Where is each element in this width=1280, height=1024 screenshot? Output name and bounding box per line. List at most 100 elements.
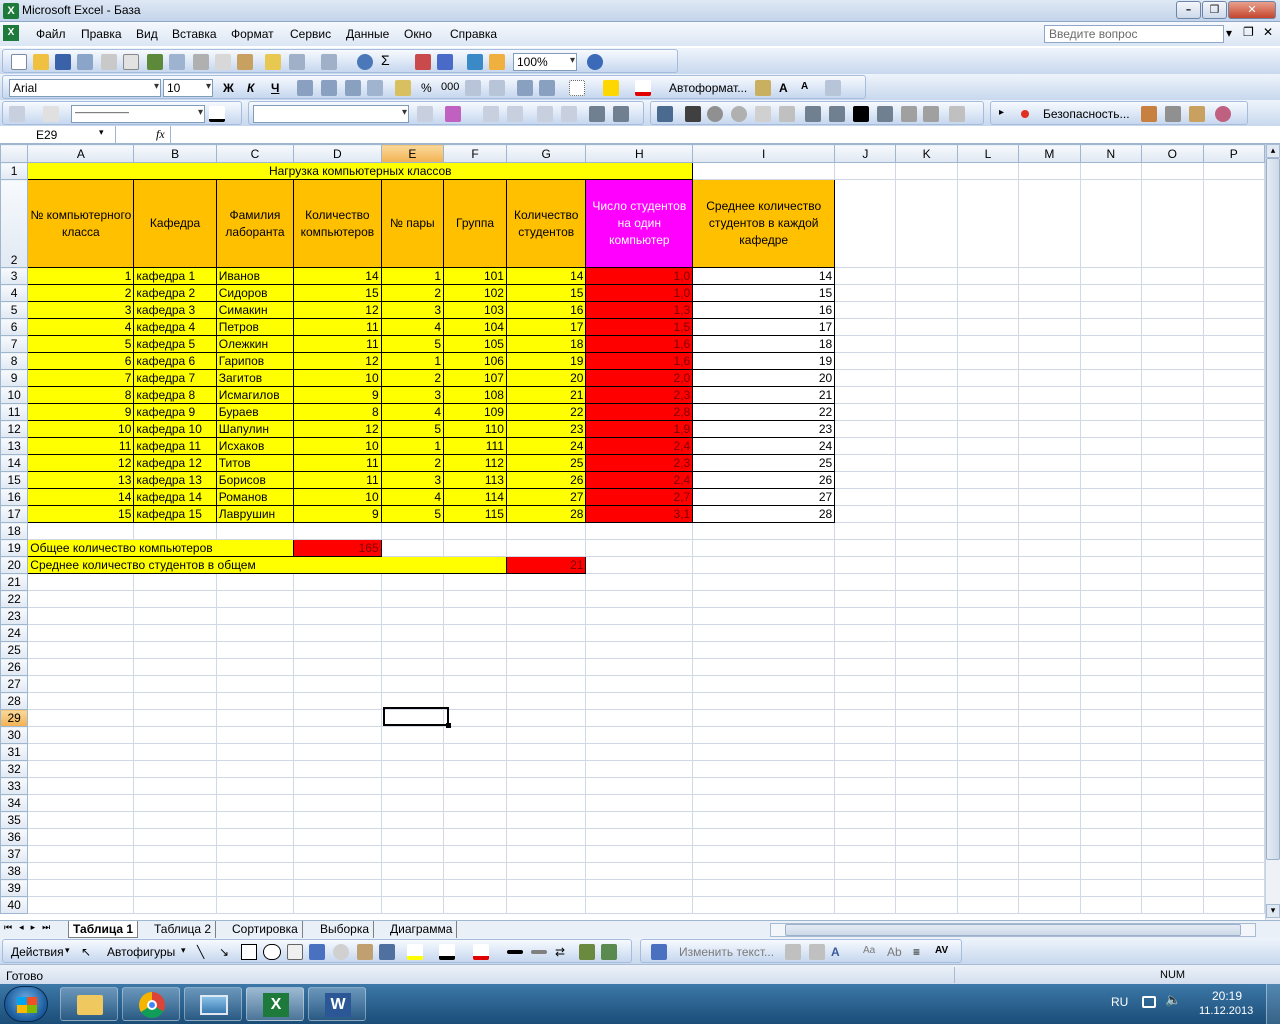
- cell[interactable]: [956, 162, 1020, 180]
- scroll-down-icon[interactable]: ▾: [1266, 904, 1280, 918]
- row-header[interactable]: 31: [0, 743, 29, 761]
- cell[interactable]: [956, 284, 1020, 302]
- data-cell[interactable]: 27: [692, 488, 836, 506]
- row-header[interactable]: 15: [0, 471, 29, 489]
- data-cell[interactable]: 104: [443, 318, 507, 336]
- data-cell[interactable]: 16: [505, 301, 587, 319]
- close-button[interactable]: ✕: [1228, 1, 1276, 19]
- total-computers-value[interactable]: 165: [293, 539, 382, 557]
- total-computers-label[interactable]: Общее количество компьютеров: [27, 539, 295, 557]
- data-cell[interactable]: 3: [380, 386, 445, 404]
- cell[interactable]: [956, 828, 1020, 846]
- cell[interactable]: [1018, 179, 1081, 268]
- cell[interactable]: [1202, 607, 1265, 625]
- cell[interactable]: [443, 845, 507, 863]
- cell[interactable]: [834, 179, 897, 268]
- cell[interactable]: [380, 760, 445, 778]
- column-title[interactable]: Количество компьютеров: [293, 179, 382, 268]
- rectangle-icon[interactable]: [241, 944, 257, 960]
- sort-ascending-icon[interactable]: [415, 54, 431, 70]
- cell[interactable]: [834, 845, 897, 863]
- cell[interactable]: [293, 607, 382, 625]
- cell[interactable]: [1202, 692, 1265, 710]
- cell[interactable]: [1202, 658, 1265, 676]
- data-cell[interactable]: 115: [443, 505, 507, 523]
- contrast-up-icon[interactable]: [707, 106, 723, 122]
- cell[interactable]: [1202, 760, 1265, 778]
- cell[interactable]: [293, 624, 382, 642]
- volume-icon[interactable]: 🔈: [1165, 993, 1181, 1008]
- cell[interactable]: [895, 369, 958, 387]
- cell[interactable]: [895, 352, 958, 370]
- cell[interactable]: [505, 794, 587, 812]
- data-cell[interactable]: 25: [692, 454, 836, 472]
- cell[interactable]: [27, 743, 135, 761]
- font-color-icon[interactable]: [635, 80, 651, 96]
- cell[interactable]: [585, 607, 694, 625]
- cell[interactable]: [1018, 811, 1081, 829]
- data-cell[interactable]: 6: [27, 352, 135, 370]
- cell[interactable]: [692, 522, 836, 540]
- data-cell[interactable]: 26: [505, 471, 587, 489]
- data-cell[interactable]: Иванов: [215, 267, 295, 285]
- cell[interactable]: [692, 726, 836, 744]
- cell[interactable]: [1079, 862, 1143, 880]
- cell[interactable]: [585, 913, 694, 914]
- fill-handle[interactable]: [446, 723, 451, 728]
- script-editor-icon[interactable]: [1215, 106, 1231, 122]
- cell[interactable]: [380, 794, 445, 812]
- data-cell[interactable]: Романов: [215, 488, 295, 506]
- cell[interactable]: [895, 301, 958, 319]
- cell[interactable]: [443, 811, 507, 829]
- cell[interactable]: [1141, 335, 1204, 353]
- cell[interactable]: [1079, 777, 1143, 795]
- cell[interactable]: [1141, 420, 1204, 438]
- row-header[interactable]: 18: [0, 522, 29, 540]
- cell[interactable]: [1202, 675, 1265, 693]
- cell[interactable]: [1202, 267, 1265, 285]
- cell[interactable]: [1079, 179, 1143, 268]
- cell[interactable]: [585, 845, 694, 863]
- cell[interactable]: [1018, 556, 1081, 574]
- data-cell[interactable]: 1: [380, 267, 445, 285]
- data-cell[interactable]: 21: [692, 386, 836, 404]
- column-header[interactable]: K: [895, 144, 958, 163]
- cell[interactable]: [1141, 590, 1204, 608]
- cell[interactable]: [1018, 335, 1081, 353]
- data-cell[interactable]: 4: [380, 488, 445, 506]
- data-cell[interactable]: 9: [27, 403, 135, 421]
- cell[interactable]: [1079, 913, 1143, 914]
- cell[interactable]: [956, 879, 1020, 897]
- data-cell[interactable]: 8: [293, 403, 382, 421]
- row-header[interactable]: 28: [0, 692, 29, 710]
- data-cell[interactable]: 18: [505, 335, 587, 353]
- cell[interactable]: [1018, 488, 1081, 506]
- cell[interactable]: [293, 726, 382, 744]
- cell[interactable]: [1018, 828, 1081, 846]
- security-button[interactable]: Безопасность...: [1043, 107, 1130, 121]
- cell[interactable]: [133, 777, 217, 795]
- cell[interactable]: [133, 607, 217, 625]
- cell[interactable]: [443, 709, 507, 727]
- cell[interactable]: [692, 760, 836, 778]
- cell[interactable]: [834, 879, 897, 897]
- print-preview-icon[interactable]: [123, 54, 139, 70]
- cell[interactable]: [956, 573, 1020, 591]
- cell[interactable]: [443, 522, 507, 540]
- cell[interactable]: [834, 590, 897, 608]
- column-header[interactable]: M: [1018, 144, 1081, 163]
- data-cell[interactable]: 4: [27, 318, 135, 336]
- cell[interactable]: [1202, 369, 1265, 387]
- cell[interactable]: [585, 862, 694, 880]
- cell[interactable]: [692, 573, 836, 591]
- data-cell[interactable]: 1: [27, 267, 135, 285]
- cell[interactable]: [692, 641, 836, 659]
- data-cell[interactable]: 11: [293, 454, 382, 472]
- contrast-down-icon[interactable]: [731, 106, 747, 122]
- data-cell[interactable]: 24: [692, 437, 836, 455]
- cell[interactable]: [443, 828, 507, 846]
- actions-menu[interactable]: Действия: [11, 945, 64, 959]
- data-cell[interactable]: 24: [505, 437, 587, 455]
- data-cell[interactable]: 22: [505, 403, 587, 421]
- cell[interactable]: [692, 590, 836, 608]
